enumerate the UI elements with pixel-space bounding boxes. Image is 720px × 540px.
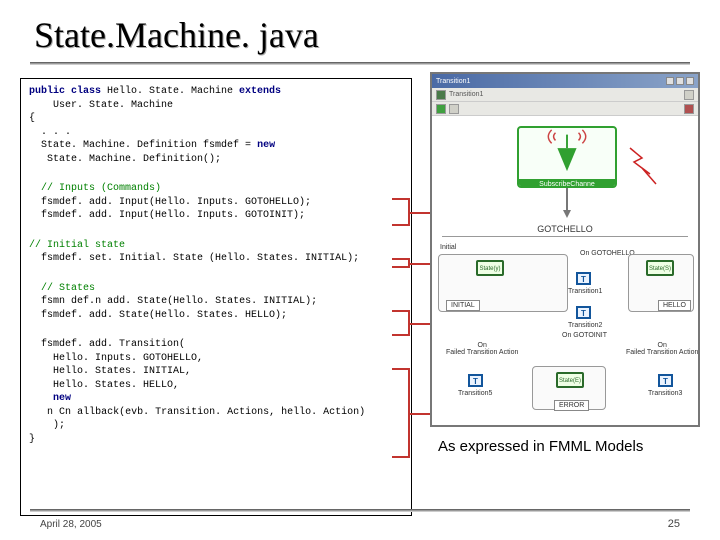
zigzag-icon [622, 140, 682, 200]
annotation-bracket-3 [392, 310, 410, 336]
on-failed-left: On Failed Transition Action [446, 342, 518, 356]
slide-title: State.Machine. java [34, 14, 319, 56]
arrow-down-icon [562, 188, 572, 218]
on-gotoinit-label: On GOTOINIT [562, 332, 607, 339]
annotation-bracket-4 [392, 368, 410, 458]
bottom-underline [30, 509, 690, 512]
code-panel: public class Hello. State. Machine exten… [20, 78, 412, 516]
tool-icon [436, 90, 446, 100]
maximize-icon [676, 77, 684, 85]
tool-icon [684, 90, 694, 100]
footer-page: 25 [668, 518, 680, 530]
caption: As expressed in FMML Models [438, 438, 643, 455]
diagram-canvas: SubscribeChanne GOTCHELLO Initial State(… [432, 116, 698, 425]
annotation-bracket-1 [392, 198, 410, 226]
toolbar-row-2 [432, 102, 698, 116]
state-box-s: State(S) [646, 260, 674, 276]
state-box-e: State(E) [556, 372, 584, 388]
antenna-icon [519, 128, 615, 174]
t-box-5: T [468, 374, 483, 387]
toolbar-row-1: Transition1 [432, 88, 698, 102]
title-underline [30, 62, 690, 65]
window-title: Transition1 [436, 78, 470, 85]
antenna-component: SubscribeChanne [517, 126, 617, 188]
transition3-label: Transition3 [648, 390, 682, 397]
tool-icon [684, 104, 694, 114]
on-failed-right: On Failed Transition Action [626, 342, 698, 356]
transition2-label: Transition2 [568, 322, 602, 329]
state-box-y: State(y) [476, 260, 504, 276]
annotation-line-1 [410, 212, 430, 214]
gotchello-label: GOTCHELLO [432, 224, 698, 234]
mid-divider [442, 236, 688, 237]
tool-icon [436, 104, 446, 114]
t-box-1: T [576, 272, 591, 285]
transition1-label: Transition1 [568, 288, 602, 295]
on-gotohello-label: On GOTOHELLO [580, 250, 635, 257]
tool-icon [449, 104, 459, 114]
hello-box: HELLO [658, 300, 691, 311]
annotation-line-2 [410, 263, 430, 265]
initial-box: INITIAL [446, 300, 480, 311]
t-box-3: T [658, 374, 673, 387]
footer-date: April 28, 2005 [40, 519, 102, 530]
transition5-label: Transition5 [458, 390, 492, 397]
subscribe-label: SubscribeChanne [519, 179, 615, 188]
window-titlebar: Transition1 [432, 74, 698, 88]
minimize-icon [666, 77, 674, 85]
diagram-panel: Transition1 Transition1 [430, 72, 700, 427]
slide: State.Machine. java public class Hello. … [0, 0, 720, 540]
error-box: ERROR [554, 400, 589, 411]
initial-label: Initial [440, 244, 456, 251]
t-box-2: T [576, 306, 591, 319]
annotation-line-4 [410, 413, 430, 415]
annotation-line-3 [410, 323, 430, 325]
close-icon [686, 77, 694, 85]
annotation-bracket-2 [392, 258, 410, 268]
